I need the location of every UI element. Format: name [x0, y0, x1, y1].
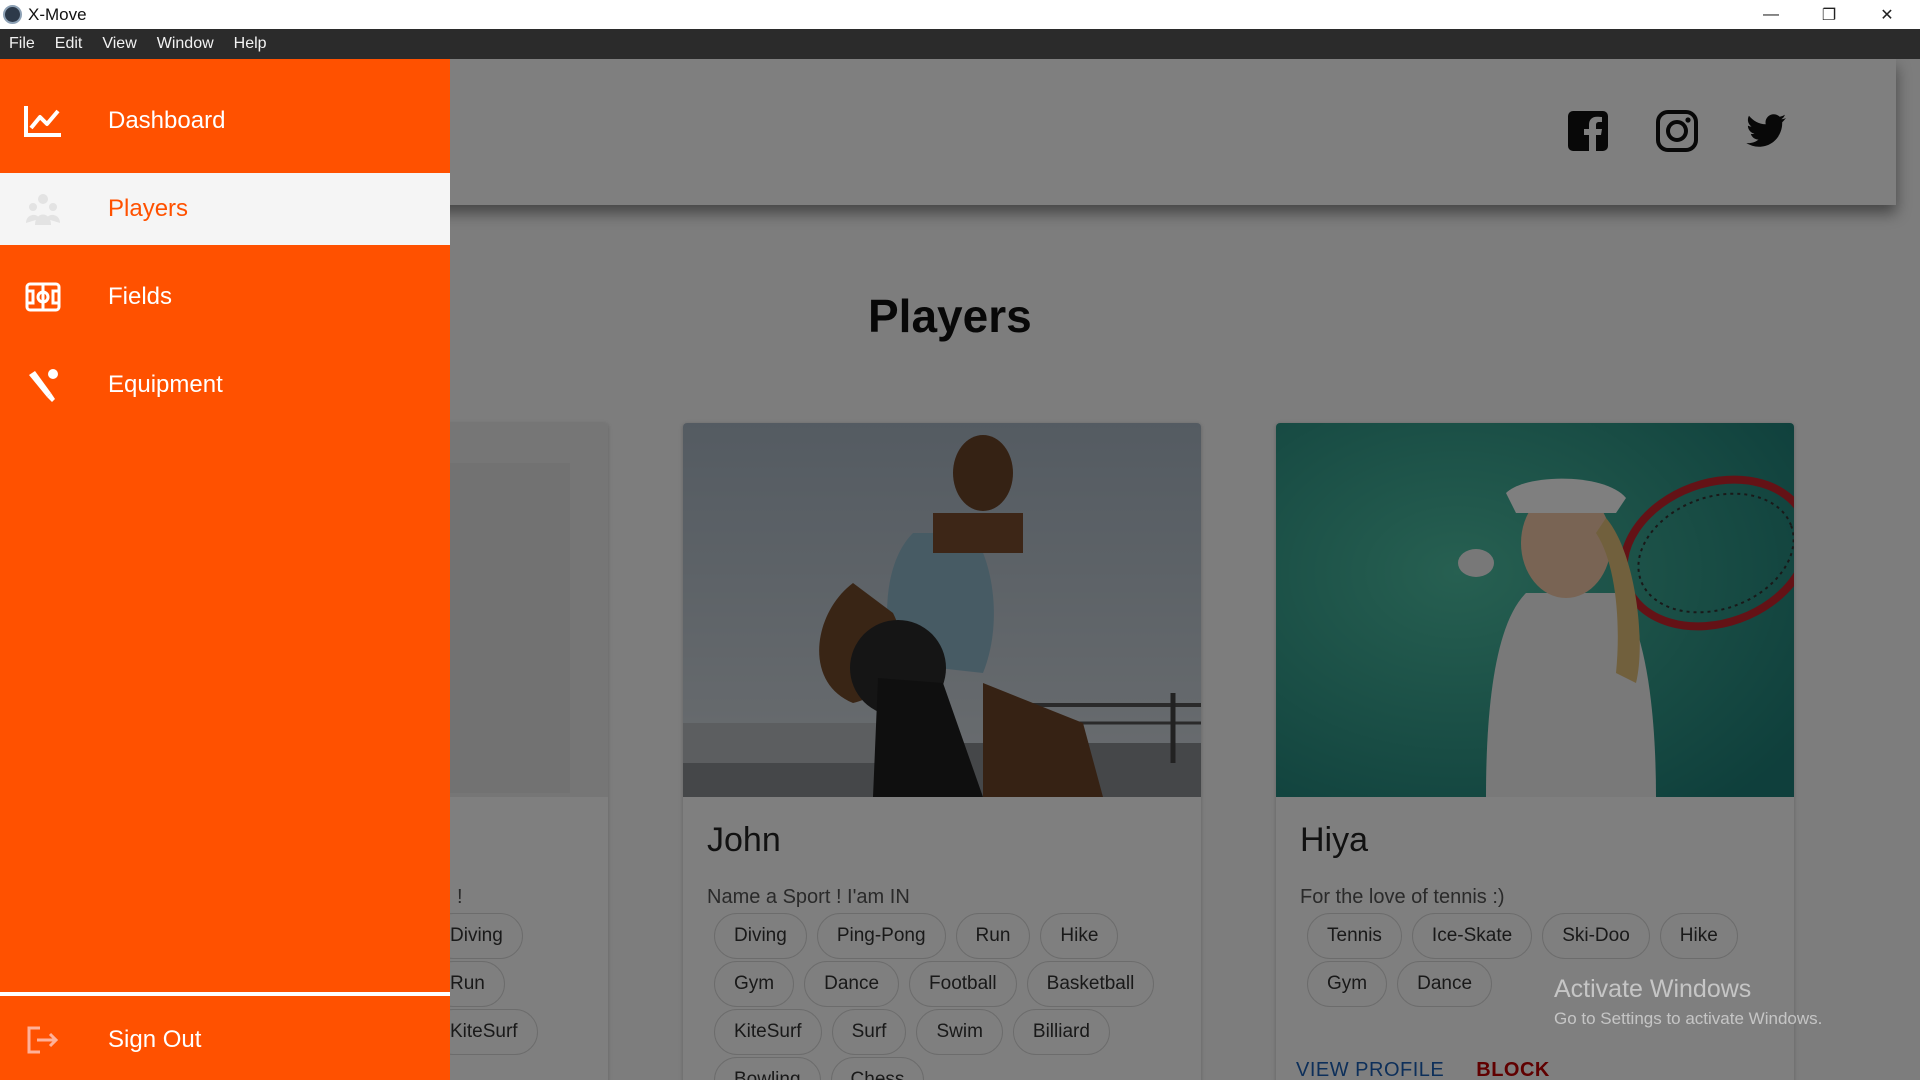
field-icon [23, 277, 63, 317]
sidebar-item-players[interactable]: Players [0, 173, 450, 245]
close-button[interactable]: ✕ [1858, 0, 1916, 29]
equipment-icon [23, 365, 63, 405]
menu-file[interactable]: File [9, 35, 35, 53]
navigation-drawer: Dashboard Players Fields Equipment Sign … [0, 59, 450, 1080]
menu-help[interactable]: Help [234, 35, 267, 53]
sidebar-item-fields[interactable]: Fields [0, 261, 450, 333]
players-icon [23, 189, 63, 229]
sidebar-item-equipment[interactable]: Equipment [0, 349, 450, 421]
menu-bar: File Edit View Window Help [0, 29, 1920, 59]
app-content: Players ! Diving Run KiteSurf [0, 59, 1920, 1080]
window-title: X-Move [28, 4, 87, 24]
maximize-button[interactable]: ❐ [1800, 0, 1858, 29]
sidebar-item-label: Players [108, 195, 189, 222]
sign-out-icon [23, 1020, 63, 1060]
drawer-divider [0, 992, 450, 996]
sidebar-item-label: Dashboard [108, 107, 226, 134]
sidebar-item-label: Fields [108, 283, 173, 310]
activation-watermark-subtitle: Go to Settings to activate Windows. [1554, 1009, 1823, 1028]
sidebar-item-label: Equipment [108, 371, 223, 398]
menu-window[interactable]: Window [157, 35, 214, 53]
sign-out-label: Sign Out [108, 1026, 202, 1053]
activation-watermark-title: Activate Windows [1554, 975, 1752, 1003]
chart-line-icon [23, 101, 63, 141]
app-logo-icon [3, 5, 22, 24]
sidebar-item-dashboard[interactable]: Dashboard [0, 85, 450, 157]
title-bar: X-Move — ❐ ✕ [0, 0, 1920, 29]
menu-view[interactable]: View [102, 35, 136, 53]
menu-edit[interactable]: Edit [55, 35, 83, 53]
minimize-button[interactable]: — [1742, 0, 1800, 29]
sign-out-button[interactable]: Sign Out [0, 1004, 450, 1076]
